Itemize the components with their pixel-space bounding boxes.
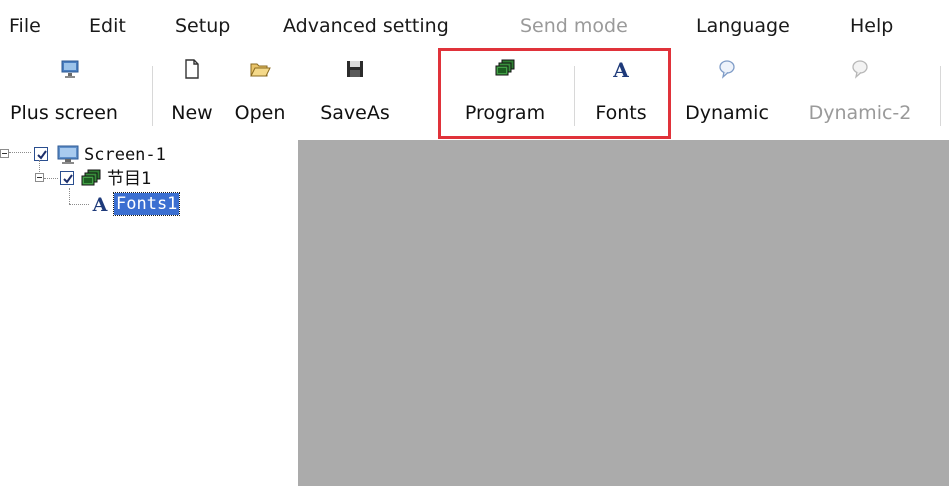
screen-label: Screen-1 (84, 145, 166, 165)
menu-file[interactable]: File (9, 14, 41, 38)
toolbar: Plus screen New Open SaveAs Program A Fo… (0, 52, 949, 140)
speech-bubble-icon (719, 60, 735, 79)
program-label: Program (464, 102, 546, 124)
new-file-icon (185, 59, 199, 79)
program-label: 节目1 (107, 169, 152, 189)
screen-icon (57, 145, 79, 164)
menu-send-mode[interactable]: Send mode (520, 14, 628, 38)
program-checkbox[interactable] (60, 171, 74, 185)
toolbar-separator (574, 66, 575, 126)
svg-text:A: A (612, 58, 629, 80)
plus-screen-label: Plus screen (10, 102, 118, 124)
screen-checkbox[interactable] (34, 147, 48, 161)
project-tree: Screen-1 节目1 A Fonts1 (0, 140, 298, 486)
new-button[interactable]: New (162, 52, 222, 140)
tree-expander[interactable] (35, 173, 44, 182)
menu-bar: File Edit Setup Advanced setting Send mo… (0, 0, 949, 52)
toolbar-separator (940, 66, 941, 126)
svg-text:A: A (92, 194, 108, 214)
menu-help[interactable]: Help (850, 14, 893, 38)
program-stack-icon (81, 169, 101, 186)
font-a-icon: A (92, 194, 108, 214)
open-label: Open (234, 102, 286, 124)
dynamic-label: Dynamic (685, 102, 769, 124)
dynamic-2-button[interactable]: Dynamic-2 (786, 52, 934, 140)
font-a-icon: A (612, 58, 629, 80)
plus-screen-button[interactable]: Plus screen (0, 52, 140, 140)
screen-icon (61, 60, 79, 78)
tree-connector (69, 188, 70, 204)
new-label: New (171, 102, 213, 124)
toolbar-separator (152, 66, 153, 126)
menu-setup[interactable]: Setup (175, 14, 230, 38)
tree-connector (39, 160, 40, 174)
dynamic-button[interactable]: Dynamic (674, 52, 780, 140)
menu-edit[interactable]: Edit (89, 14, 126, 38)
open-folder-icon (250, 63, 271, 77)
tree-connector (44, 178, 58, 179)
floppy-disk-icon (347, 61, 363, 77)
fonts-button[interactable]: A Fonts (578, 52, 664, 140)
menu-language[interactable]: Language (696, 14, 790, 38)
saveas-label: SaveAs (320, 102, 390, 124)
speech-bubble-icon (852, 60, 868, 79)
tree-connector (69, 204, 89, 205)
fonts-label: Fonts (595, 102, 647, 124)
program-stack-icon (495, 59, 515, 76)
editor-workspace[interactable] (298, 140, 949, 486)
menu-advanced-setting[interactable]: Advanced setting (283, 14, 449, 38)
tree-connector (9, 152, 31, 153)
saveas-button[interactable]: SaveAs (300, 52, 410, 140)
dynamic-2-label: Dynamic-2 (808, 102, 912, 124)
program-button[interactable]: Program (446, 52, 564, 140)
fonts-label: Fonts1 (112, 192, 181, 216)
open-button[interactable]: Open (228, 52, 292, 140)
tree-expander[interactable] (0, 149, 9, 158)
